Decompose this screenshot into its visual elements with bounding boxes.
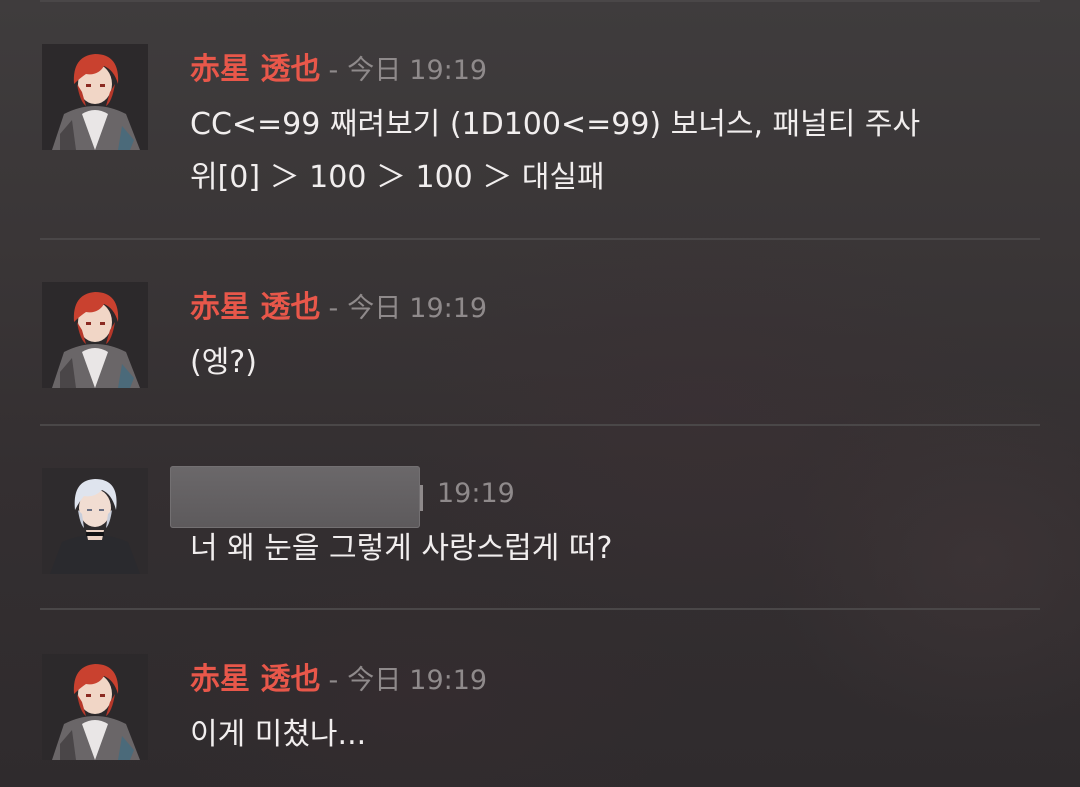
- date-label: 今日: [347, 293, 402, 324]
- chat-message: 19:19 너 왜 눈을 그렇게 사랑스럽게 떠?: [40, 466, 1040, 610]
- message-content: 너 왜 눈을 그렇게 사랑스럽게 떠?: [190, 522, 1040, 575]
- timestamp: 19:19: [409, 665, 488, 696]
- chat-message: 赤星 透也 - 今日 19:19 (엥?): [40, 282, 1040, 426]
- white-haired-character-avatar[interactable]: [42, 468, 148, 574]
- message-line: 이게 미쳤나...: [190, 717, 367, 752]
- message-divider: [40, 238, 1040, 240]
- chat-message: 赤星 透也 - 今日 19:19 CC<=99 째려보기 (1D100<=99) 보…: [40, 44, 1040, 240]
- date-label: 今日: [347, 665, 402, 696]
- author-name[interactable]: 赤星 透也: [190, 52, 320, 87]
- message-header: 赤星 透也 - 今日 19:19: [190, 286, 487, 330]
- author-name[interactable]: 赤星 透也: [190, 662, 320, 697]
- message-content: CC<=99 째려보기 (1D100<=99) 보너스, 패널티 주사 위[0]…: [190, 98, 1040, 204]
- message-divider: [40, 424, 1040, 426]
- separator: -: [328, 293, 339, 324]
- redacted-author-block: [170, 466, 420, 528]
- date-label: 今日: [347, 55, 402, 86]
- message-header: 19:19: [420, 472, 515, 516]
- message-divider: [40, 608, 1040, 610]
- red-haired-character-avatar[interactable]: [42, 654, 148, 760]
- top-divider: [40, 0, 1040, 2]
- chat-message: 赤星 透也 - 今日 19:19 이게 미쳤나...: [40, 654, 1040, 787]
- message-line: 너 왜 눈을 그렇게 사랑스럽게 떠?: [190, 531, 613, 566]
- message-header: 赤星 透也 - 今日 19:19: [190, 658, 487, 702]
- message-content: (엥?): [190, 336, 1040, 389]
- message-line: CC<=99 째려보기 (1D100<=99) 보너스, 패널티 주사: [190, 107, 921, 142]
- timestamp: 19:19: [437, 478, 515, 509]
- separator: -: [328, 55, 339, 86]
- timestamp: 19:19: [409, 55, 488, 86]
- red-haired-character-avatar[interactable]: [42, 44, 148, 150]
- message-header: 赤星 透也 - 今日 19:19: [190, 48, 487, 92]
- separator: -: [328, 665, 339, 696]
- message-line: (엥?): [190, 345, 257, 380]
- redacted-edge: [420, 484, 423, 511]
- message-line: 위[0] ＞ 100 ＞ 100 ＞ 대실패: [190, 160, 605, 195]
- red-haired-character-avatar[interactable]: [42, 282, 148, 388]
- timestamp: 19:19: [409, 293, 488, 324]
- message-content: 이게 미쳤나...: [190, 708, 1040, 761]
- author-name[interactable]: 赤星 透也: [190, 290, 320, 325]
